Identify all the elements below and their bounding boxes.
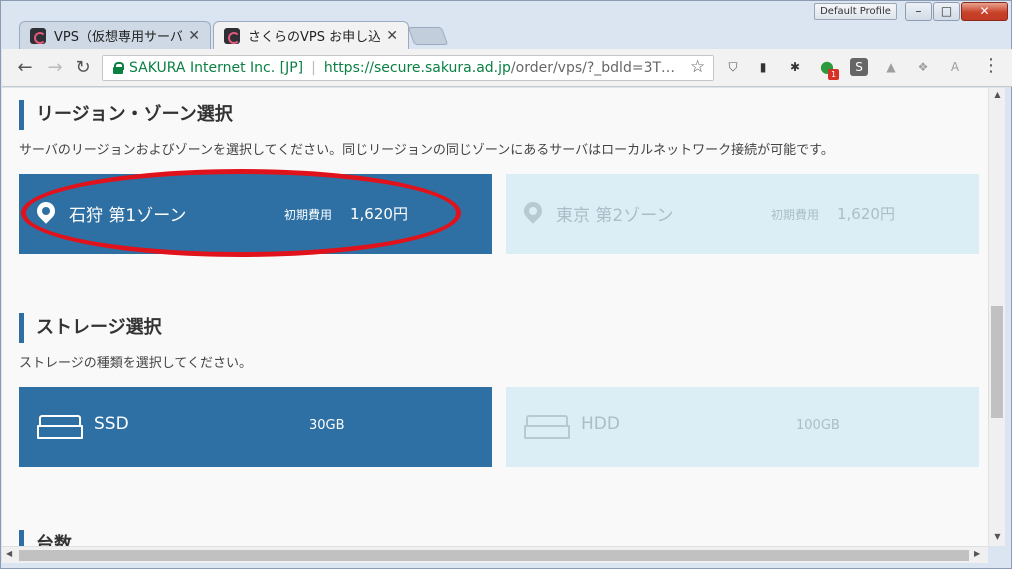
address-bar[interactable]: SAKURA Internet Inc. [JP] | https://secu… <box>102 55 714 81</box>
storage-capacity: 30GB <box>309 418 345 433</box>
maximize-button[interactable]: □ <box>933 2 960 21</box>
pdf-icon[interactable]: A <box>946 58 964 76</box>
horizontal-scroll-thumb[interactable] <box>19 550 969 561</box>
scroll-right-icon[interactable]: ▶ <box>974 549 980 558</box>
extension-badge: 1 <box>828 69 839 80</box>
minimize-button[interactable]: – <box>905 2 932 21</box>
map-pin-icon <box>37 202 55 226</box>
vertical-scrollbar[interactable]: ▲ ▼ <box>988 88 1005 546</box>
scroll-down-icon[interactable]: ▼ <box>989 532 1006 541</box>
storage-section-title: ストレージ選択 <box>19 313 162 343</box>
back-icon[interactable]: ← <box>14 57 36 79</box>
storage-description: ストレージの種類を選択してください。 <box>19 356 252 371</box>
forward-icon[interactable]: → <box>44 57 66 79</box>
zone-option-ishikari[interactable]: 石狩 第1ゾーン 初期費用 1,620円 <box>19 174 492 254</box>
lock-icon <box>113 62 124 74</box>
tab-title: VPS（仮想専用サーバー <box>54 30 183 45</box>
vertical-scroll-thumb[interactable] <box>991 306 1003 418</box>
storage-option-hdd[interactable]: HDD 100GB <box>506 387 979 467</box>
storage-name: HDD <box>581 414 620 434</box>
browser-toolbar: ← → ↻ SAKURA Internet Inc. [JP] | https:… <box>2 49 1012 87</box>
title-bar: Default Profile – □ ✕ VPS（仮想専用サーバー ✕ さくら… <box>1 1 1012 49</box>
zone-option-tokyo[interactable]: 東京 第2ゾーン 初期費用 1,620円 <box>506 174 979 254</box>
browser-window: Default Profile – □ ✕ VPS（仮想専用サーバー ✕ さくら… <box>0 0 1012 569</box>
url-host: https://secure.sakura.ad.jp <box>323 60 511 76</box>
close-window-button[interactable]: ✕ <box>961 2 1008 21</box>
count-section-title: 台数 <box>19 530 72 546</box>
profile-button[interactable]: Default Profile <box>814 3 897 20</box>
region-description: サーバのリージョンおよびゾーンを選択してください。同じリージョンの同じゾーンにあ… <box>19 143 834 158</box>
secure-label: SAKURA Internet Inc. [JP] <box>129 60 304 76</box>
sakura-favicon-icon <box>30 27 46 44</box>
price-value: 1,620円 <box>837 205 895 223</box>
dropbox-icon[interactable]: ❖ <box>914 58 932 76</box>
scroll-up-icon[interactable]: ▲ <box>989 90 1006 99</box>
drive-icon <box>37 415 83 439</box>
url-separator: | <box>311 60 316 76</box>
menu-icon[interactable]: ⋮ <box>982 55 1000 76</box>
price-label: 初期費用 <box>284 208 333 222</box>
storage-capacity: 100GB <box>796 418 840 433</box>
zone-name: 東京 第2ゾーン <box>556 206 674 226</box>
horizontal-scrollbar[interactable]: ◀ ▶ <box>2 546 988 563</box>
tab-close-icon[interactable]: ✕ <box>188 28 200 44</box>
cast-icon[interactable]: ▮ <box>754 58 772 76</box>
new-tab-button[interactable] <box>407 27 449 45</box>
tab-order[interactable]: さくらのVPS お申し込み ✕ <box>213 21 409 49</box>
page-viewport: リージョン・ゾーン選択 サーバのリージョンおよびゾーンを選択してください。同じリ… <box>2 88 988 546</box>
price-label: 初期費用 <box>771 208 820 222</box>
hard-disk-icon <box>524 415 570 439</box>
reload-icon[interactable]: ↻ <box>72 57 94 79</box>
drive-icon[interactable]: ▲ <box>882 58 900 76</box>
puzzle-icon[interactable]: ✱ <box>786 58 804 76</box>
tab-title: さくらのVPS お申し込み <box>248 30 381 45</box>
sakura-favicon-icon <box>224 27 240 44</box>
card-notch <box>195 172 285 174</box>
tab-close-icon[interactable]: ✕ <box>386 28 398 44</box>
price-value: 1,620円 <box>350 205 408 223</box>
region-section-title: リージョン・ゾーン選択 <box>19 100 233 130</box>
pocket-icon[interactable]: ⛉ <box>724 58 742 76</box>
scroll-left-icon[interactable]: ◀ <box>6 549 12 558</box>
url-path: /order/vps/?_bdld=3T… <box>510 60 676 76</box>
map-pin-icon <box>524 202 542 226</box>
tab-vps[interactable]: VPS（仮想専用サーバー ✕ <box>19 21 211 49</box>
zone-name: 石狩 第1ゾーン <box>69 206 187 226</box>
storage-option-ssd[interactable]: SSD 30GB <box>19 387 492 467</box>
s-icon[interactable]: S <box>850 58 868 76</box>
bookmark-star-icon[interactable]: ☆ <box>690 57 705 77</box>
storage-name: SSD <box>94 414 129 434</box>
